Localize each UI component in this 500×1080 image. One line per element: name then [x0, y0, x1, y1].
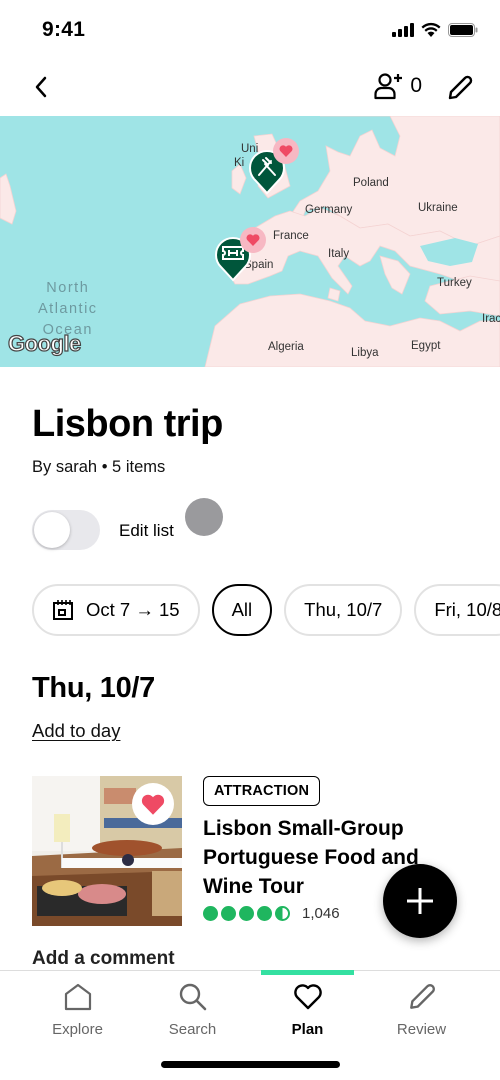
trip-map[interactable]: Uni Ki Poland Germany Ukraine France Ita… [0, 116, 500, 367]
edit-list-toggle[interactable] [32, 510, 100, 550]
wifi-icon [421, 22, 441, 42]
google-logo: Google [7, 330, 81, 356]
rating: 1,046 [203, 905, 340, 922]
map-label-italy: Italy [328, 248, 350, 260]
status-bar: 9:41 [0, 0, 500, 60]
tab-explore[interactable]: Explore [20, 981, 135, 1038]
map-pin-saved-heart[interactable] [273, 138, 299, 164]
active-tab-indicator [261, 970, 354, 975]
chip-all[interactable]: All [211, 584, 273, 636]
calendar-icon [52, 599, 74, 621]
toggle-knob [34, 512, 70, 548]
tab-review[interactable]: Review [364, 981, 479, 1038]
touch-indicator [185, 498, 223, 536]
map-label-ukraine: Ukraine [418, 202, 458, 214]
map-label-poland: Poland [353, 177, 389, 189]
nav-bar: 0 [0, 60, 500, 116]
plus-icon [407, 888, 433, 914]
map-label-france: France [273, 230, 309, 242]
review-count: 1,046 [302, 905, 340, 922]
map-label-egypt: Egypt [411, 340, 441, 352]
map-label-algeria: Algeria [268, 341, 304, 353]
map-label-iraq: Irac [482, 313, 500, 325]
chip-thu-10-7[interactable]: Thu, 10/7 [284, 584, 403, 636]
date-range-label: Oct 7 → 15 [86, 599, 180, 620]
tab-search[interactable]: Search [135, 981, 250, 1038]
invite-collaborator-button[interactable]: 0 [374, 72, 422, 100]
tab-label: Search [168, 1021, 217, 1038]
map-label-turkey: Turkey [437, 277, 472, 289]
category-badge: ATTRACTION [203, 776, 321, 806]
add-item-button[interactable] [383, 864, 457, 938]
add-person-icon [374, 73, 403, 100]
heart-icon [279, 145, 293, 157]
trip-title: Lisbon trip [32, 403, 223, 445]
rating-bubble-full [221, 906, 236, 921]
add-to-day-link[interactable]: Add to day [32, 720, 120, 742]
map-label-libya: Libya [351, 347, 379, 359]
pencil-icon [448, 75, 473, 100]
tab-label: Review [396, 1021, 447, 1038]
tab-plan[interactable]: Plan [250, 981, 365, 1038]
heart-icon [141, 794, 165, 815]
edit-list-label: Edit list [119, 521, 174, 540]
map-pin-saved-heart[interactable] [240, 227, 266, 253]
chip-fri-10-8[interactable]: Fri, 10/8 [414, 584, 500, 636]
heart-icon [246, 234, 260, 246]
heart-icon [250, 981, 365, 1013]
add-comment-link[interactable]: Add a comment [32, 948, 175, 970]
status-time: 9:41 [42, 18, 86, 41]
rating-bubble-half [275, 906, 290, 921]
status-icons [392, 22, 478, 42]
edit-trip-button[interactable] [444, 72, 476, 104]
date-filter-chips: Oct 7 → 15 All Thu, 10/7 Fri, 10/8 [32, 584, 500, 636]
collaborator-count: 0 [410, 74, 422, 97]
date-range-chip[interactable]: Oct 7 → 15 [32, 584, 200, 636]
battery-icon [448, 22, 478, 42]
tab-label: Explore [52, 1021, 103, 1038]
home-indicator [161, 1061, 340, 1068]
search-icon [135, 981, 250, 1013]
chevron-left-icon [35, 76, 47, 98]
day-heading: Thu, 10/7 [32, 672, 155, 704]
map-label-germany: Germany [305, 204, 353, 216]
rating-bubble-full [203, 906, 218, 921]
pencil-icon [364, 981, 479, 1013]
signal-icon [392, 22, 414, 42]
map-label-uk-2: Ki [234, 157, 245, 169]
rating-bubble-full [257, 906, 272, 921]
tab-label: Plan [291, 1021, 324, 1038]
home-icon [20, 981, 135, 1013]
back-button[interactable] [26, 72, 56, 102]
save-item-button[interactable] [132, 783, 174, 825]
trip-subtitle: By sarah • 5 items [32, 458, 166, 476]
rating-bubble-full [239, 906, 254, 921]
